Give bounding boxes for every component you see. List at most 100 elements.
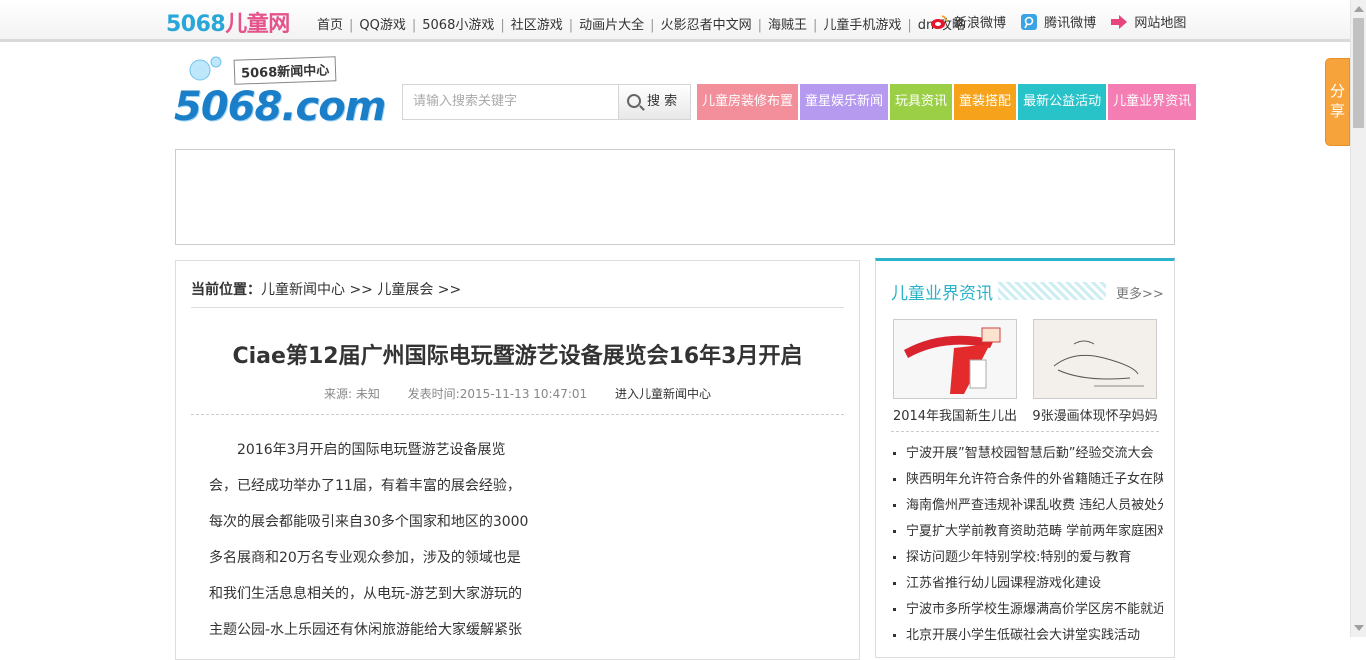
list-item-title: 探访问题少年特别学校:特别的爱与教育 [906, 550, 1132, 565]
news-center-logo[interactable]: 5068新闻中心 5068.com [174, 54, 386, 138]
search-icon [627, 94, 641, 108]
nav-link-qq-games[interactable]: QQ游戏 [359, 18, 405, 33]
sina-weibo-label: 新浪微博 [954, 16, 1007, 31]
nav-separator: | [411, 18, 417, 33]
divider [191, 307, 844, 308]
list-item-title: 陕西明年允许符合条件的外省籍随迁子女在陕高 [906, 472, 1163, 487]
list-item-title: 宁波市多所学校生源爆满高价学区房不能就近入 [906, 602, 1163, 617]
breadcrumb: 当前位置：儿童新闻中心 >> 儿童展会 >> [191, 279, 461, 299]
category-charity[interactable]: 最新公益活动 [1018, 84, 1107, 120]
bullet-icon [893, 478, 896, 481]
article-line: 2016年3月开启的国际电玩暨游艺设备展览 [237, 442, 506, 458]
nav-separator: | [907, 18, 912, 33]
category-child-star-news[interactable]: 童星娱乐新闻 [800, 84, 889, 120]
search-button[interactable]: 搜 索 [619, 84, 691, 120]
tencent-weibo-icon [1021, 13, 1038, 30]
enter-news-center-link[interactable]: 进入儿童新闻中心 [615, 387, 711, 401]
list-item-title: 北京开展小学生低碳社会大讲堂实践活动 [906, 628, 1141, 643]
site-logo-text: 儿童网 [225, 12, 290, 37]
divider [191, 414, 844, 415]
list-item-title: 宁夏扩大学前教育资助范畴 学前两年家庭困难 [906, 524, 1163, 539]
list-item[interactable]: 海南儋州严查违规补课乱收费 违纪人员被处分 [893, 493, 1163, 519]
nav-link-community-games[interactable]: 社区游戏 [511, 18, 563, 33]
industry-news-sidebar: 儿童业界资讯 更多>> 2014年我国新生儿出 9张漫画体现怀孕妈妈 宁波开展”… [875, 258, 1175, 658]
category-kids-fashion[interactable]: 童装搭配 [954, 84, 1017, 120]
sidebar-title-stripe [998, 282, 1106, 300]
thumbnail-caption[interactable]: 2014年我国新生儿出 [890, 405, 1020, 424]
arrow-right-icon [1111, 14, 1128, 29]
ad-banner [175, 149, 1175, 245]
search-button-label: 搜 索 [647, 94, 678, 109]
sidebar-title: 儿童业界资讯 [891, 284, 993, 304]
news-thumbnail-image[interactable] [1033, 319, 1157, 399]
top-bar: 5068儿童网 首页 | QQ游戏 | 5068小游戏 | 社区游戏 | 动画片大全 | 火影忍者中… [0, 0, 1350, 42]
breadcrumb-label: 当前位置： [191, 282, 261, 298]
sitemap-label: 网站地图 [1134, 16, 1187, 31]
category-bar: 儿童房装修布置 童星娱乐新闻 玩具资讯 童装搭配 最新公益活动 儿童业界资讯 [697, 84, 1197, 120]
tencent-weibo-label: 腾讯微博 [1044, 16, 1097, 31]
list-item[interactable]: 宁波市多所学校生源爆满高价学区房不能就近入 [893, 597, 1163, 623]
list-item[interactable]: 宁夏扩大学前教育资助范畴 学前两年家庭困难 [893, 519, 1163, 545]
article-line: 每次的展会都能吸引来自30多个国家和地区的3000 [209, 514, 529, 530]
sidebar-more-link[interactable]: 更多>> [1116, 283, 1164, 302]
nav-link-mini-games[interactable]: 5068小游戏 [422, 18, 494, 33]
nav-separator: | [757, 18, 762, 33]
logo-text: 5068.com [174, 84, 386, 130]
nav-separator: | [568, 18, 574, 33]
thumbnail-caption[interactable]: 9张漫画体现怀孕妈妈 [1030, 405, 1160, 424]
nav-link-one-piece[interactable]: 海贼王 [768, 18, 807, 33]
news-list: 宁波开展”智慧校园智慧后勤”经验交流大会 陕西明年允许符合条件的外省籍随迁子女在… [893, 441, 1163, 649]
divider [891, 431, 1159, 432]
bullet-icon [893, 582, 896, 585]
list-item[interactable]: 探访问题少年特别学校:特别的爱与教育 [893, 545, 1163, 571]
category-kids-room[interactable]: 儿童房装修布置 [697, 84, 799, 120]
weibo-icon [931, 14, 947, 29]
list-item[interactable]: 北京开展小学生低碳社会大讲堂实践活动 [893, 623, 1163, 649]
article-line: 和我们生活息息相关的，从电玩-游艺到大家游玩的 [209, 586, 523, 602]
list-item[interactable]: 宁波开展”智慧校园智慧后勤”经验交流大会 [893, 441, 1163, 467]
sina-weibo-link[interactable]: 新浪微博 [930, 12, 1006, 31]
news-thumbnail-image[interactable] [893, 319, 1017, 399]
category-industry-news[interactable]: 儿童业界资讯 [1108, 84, 1197, 120]
article-body: 2016年3月开启的国际电玩暨游艺设备展览 会，已经成功举办了11届，有着丰富的… [209, 437, 539, 653]
list-item-title: 江苏省推行幼儿园课程游戏化建设 [906, 576, 1102, 591]
list-item-title: 宁波开展”智慧校园智慧后勤”经验交流大会 [906, 446, 1154, 461]
article-panel: 当前位置：儿童新闻中心 >> 儿童展会 >> Ciae第12届广州国际电玩暨游艺… [175, 260, 860, 660]
search-input[interactable]: 请输入搜索关键字 [402, 84, 619, 120]
article-source: 来源: 未知 [323, 387, 380, 401]
breadcrumb-path[interactable]: 儿童新闻中心 >> 儿童展会 >> [261, 282, 461, 298]
bullet-icon [893, 504, 896, 507]
bullet-icon [893, 452, 896, 455]
list-item[interactable]: 江苏省推行幼儿园课程游戏化建设 [893, 571, 1163, 597]
site-logo[interactable]: 5068儿童网 [166, 6, 290, 38]
newborn-infographic-image [894, 320, 1016, 398]
scrollbar-thumb[interactable] [1353, 18, 1364, 128]
logo-badge: 5068新闻中心 [233, 56, 337, 85]
bullet-icon [893, 608, 896, 611]
scroll-up-arrow-icon[interactable] [1354, 6, 1364, 12]
category-toy-news[interactable]: 玩具资讯 [890, 84, 953, 120]
nav-link-naruto[interactable]: 火影忍者中文网 [661, 18, 752, 33]
share-tab[interactable]: 分享 [1325, 58, 1350, 146]
article-time: 发表时间:2015-11-13 10:47:01 [407, 387, 588, 401]
nav-link-cartoons[interactable]: 动画片大全 [579, 18, 644, 33]
article-meta: 来源: 未知 发表时间:2015-11-13 10:47:01 进入儿童新闻中心 [191, 385, 844, 402]
nav-separator: | [349, 18, 354, 33]
nav-link-home[interactable]: 首页 [317, 18, 343, 33]
nav-separator: | [650, 18, 655, 33]
scroll-down-arrow-icon[interactable] [1354, 625, 1364, 631]
social-links: 新浪微博 腾讯微博 网站地图 [930, 12, 1196, 34]
article-line: 主题公园-水上乐园还有休闲旅游能给大家缓解紧张 [209, 622, 523, 638]
nav-separator: | [500, 18, 505, 33]
sitemap-link[interactable]: 网站地图 [1110, 12, 1186, 31]
article-line: 会，已经成功举办了11届，有着丰富的展会经验， [209, 478, 521, 494]
top-nav: 首页 | QQ游戏 | 5068小游戏 | 社区游戏 | 动画片大全 | 火影忍者中文网 | 海贼王 | 儿… [317, 14, 965, 33]
nav-link-mobile-games[interactable]: 儿童手机游戏 [823, 18, 901, 33]
site-logo-number: 5068 [166, 12, 226, 37]
article-line: 多名展商和20万名专业观众参加，涉及的领域也是 [209, 550, 521, 566]
vertical-scrollbar[interactable] [1350, 0, 1366, 637]
article-title: Ciae第12届广州国际电玩暨游艺设备展览会16年3月开启 [232, 344, 803, 369]
list-item[interactable]: 陕西明年允许符合条件的外省籍随迁子女在陕高 [893, 467, 1163, 493]
tencent-weibo-link[interactable]: 腾讯微博 [1020, 12, 1096, 31]
pregnancy-comic-image [1034, 320, 1156, 398]
